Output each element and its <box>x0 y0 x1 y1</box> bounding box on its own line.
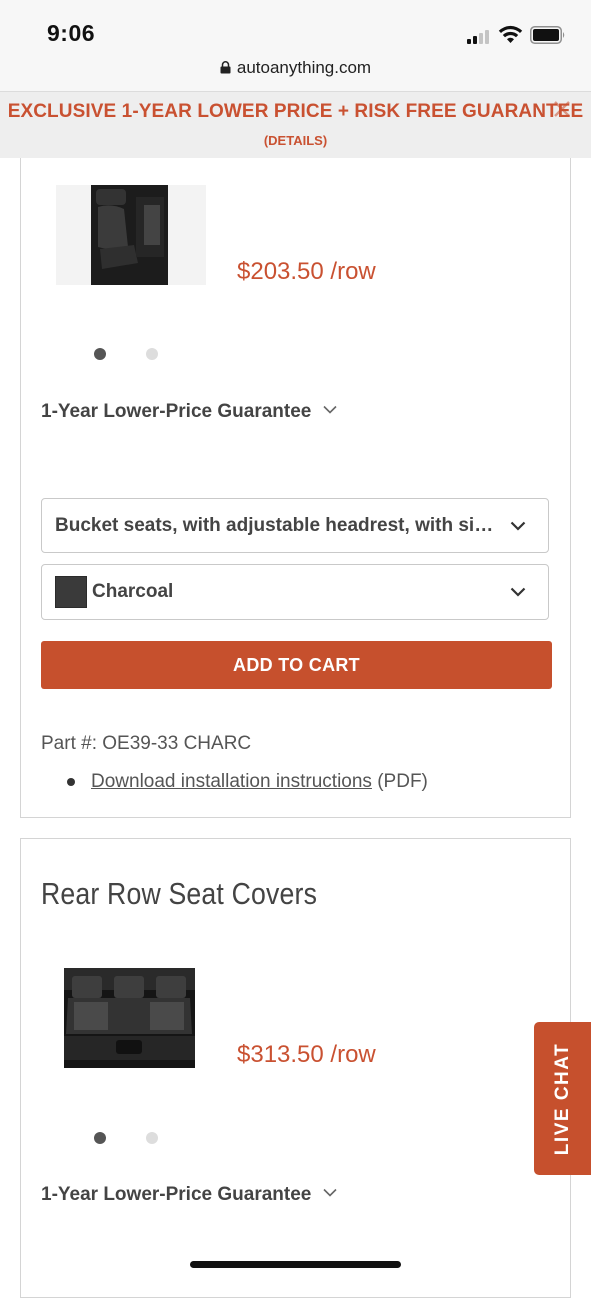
cellular-signal-icon <box>467 29 493 44</box>
lock-icon <box>220 61 231 74</box>
seat-type-value: Bucket seats, with adjustable headrest, … <box>55 515 500 536</box>
promo-title: EXCLUSIVE 1-YEAR LOWER PRICE + RISK FREE… <box>7 101 584 122</box>
chevron-down-icon <box>323 405 337 414</box>
rear-seat-photo <box>64 968 195 1068</box>
seat-type-select[interactable]: Bucket seats, with adjustable headrest, … <box>41 498 549 553</box>
section-title-rear: Rear Row Seat Covers <box>41 876 318 911</box>
product-image-rear-seat[interactable] <box>64 968 195 1068</box>
color-select[interactable]: Charcoal <box>41 564 549 620</box>
address-bar[interactable]: autoanything.com <box>0 58 591 78</box>
download-instructions-link[interactable]: Download installation instructions <box>91 771 372 792</box>
chevron-down-icon <box>510 521 526 531</box>
part-number: Part #: OE39-33 CHARC <box>41 733 252 754</box>
guarantee-label: 1-Year Lower-Price Guarantee <box>41 401 312 422</box>
home-indicator[interactable] <box>190 1261 401 1268</box>
carousel-dot-2[interactable] <box>146 348 158 360</box>
color-swatch <box>55 576 87 608</box>
color-value: Charcoal <box>92 581 174 602</box>
guarantee-toggle-rear[interactable]: 1-Year Lower-Price Guarantee <box>41 1184 337 1206</box>
live-chat-button[interactable]: LIVE CHAT <box>534 1022 591 1175</box>
list-bullet <box>67 778 75 786</box>
chevron-down-icon <box>323 1188 337 1197</box>
status-time: 9:06 <box>47 20 96 46</box>
url-text: autoanything.com <box>236 58 372 77</box>
wifi-icon <box>498 25 523 43</box>
carousel-dot-2[interactable] <box>146 1132 158 1144</box>
promo-details-link[interactable]: (DETAILS) <box>0 133 591 148</box>
guarantee-toggle-front[interactable]: 1-Year Lower-Price Guarantee <box>41 401 337 423</box>
seat-photo <box>56 185 206 285</box>
close-icon[interactable] <box>552 99 572 119</box>
battery-icon <box>530 26 565 44</box>
price-rear: $313.50 /row <box>237 1041 376 1068</box>
download-format: (PDF) <box>377 771 428 792</box>
promo-banner: EXCLUSIVE 1-YEAR LOWER PRICE + RISK FREE… <box>0 92 591 158</box>
price-front: $203.50 /row <box>237 258 376 285</box>
download-instructions: Download installation instructions (PDF) <box>91 771 428 793</box>
chevron-down-icon <box>510 587 526 597</box>
live-chat-label: LIVE CHAT <box>551 1042 573 1155</box>
guarantee-label: 1-Year Lower-Price Guarantee <box>41 1184 312 1205</box>
product-image-front-seat[interactable] <box>56 185 206 285</box>
browser-chrome: 9:06 autoanything.com <box>0 0 591 92</box>
add-to-cart-button[interactable]: ADD TO CART <box>41 641 552 689</box>
carousel-dot-1[interactable] <box>94 348 106 360</box>
carousel-dot-1[interactable] <box>94 1132 106 1144</box>
